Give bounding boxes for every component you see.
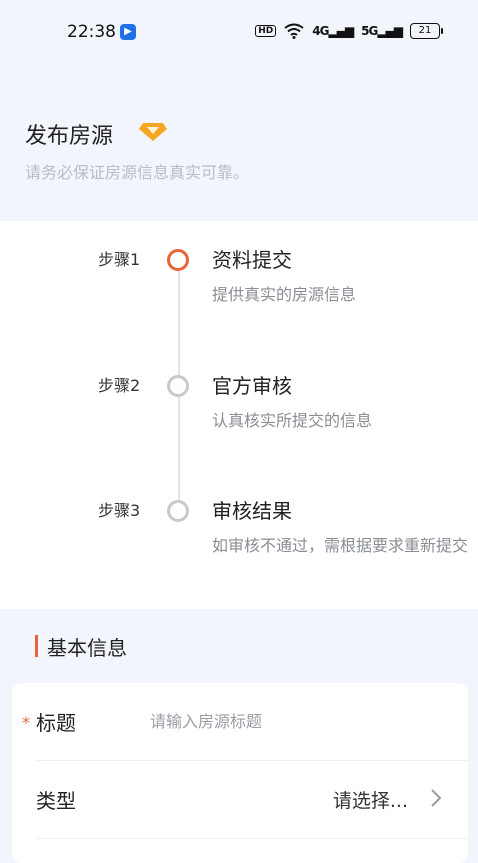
step-description: 认真核实所提交的信息 [212, 411, 373, 430]
signal-icon-sim1: 4G▂▄▆ [312, 24, 354, 38]
basic-info-form: * 标题 类型 请选择... [12, 683, 468, 863]
step-label: 步骤3 [98, 501, 141, 520]
section-accent-bar [35, 635, 38, 657]
step-label: 步骤1 [98, 250, 141, 269]
step-pending-dot-icon [167, 500, 189, 522]
page-header: 发布房源 请务必保证房源信息真实可靠。 [0, 64, 478, 221]
chevron-right-icon [431, 789, 442, 807]
section-header-basic-info: 基本信息 [0, 609, 478, 681]
type-field-label: 类型 [36, 789, 76, 813]
required-mark: * [22, 713, 30, 732]
page-subtitle: 请务必保证房源信息真实可靠。 [25, 163, 250, 182]
section-title: 基本信息 [47, 636, 127, 660]
status-bar: 22:38 ▶ HD 4G▂▄▆ 5G▂▄▆ 21 [0, 0, 478, 64]
title-field-row[interactable]: * 标题 [12, 683, 468, 761]
diamond-vip-icon [139, 123, 167, 141]
type-select-value[interactable]: 请选择... [333, 786, 408, 813]
hd-icon: HD [255, 25, 277, 37]
type-select-row[interactable]: 类型 请选择... [12, 761, 468, 839]
process-steps: 步骤1 资料提交 提供真实的房源信息 步骤2 官方审核 认真核实所提交的信息 步… [0, 221, 478, 609]
app-notification-icon: ▶ [120, 24, 136, 40]
signal-icon-sim2: 5G▂▄▆ [361, 24, 403, 38]
status-icons: HD 4G▂▄▆ 5G▂▄▆ 21 [255, 23, 443, 39]
step-title: 审核结果 [212, 499, 292, 523]
title-field-label: 标题 [36, 711, 76, 735]
step-active-dot-icon [167, 249, 189, 271]
status-time: 22:38 [67, 22, 116, 42]
step-label: 步骤2 [98, 376, 141, 395]
page-title: 发布房源 [25, 124, 114, 149]
wifi-icon [284, 23, 304, 39]
step-pending-dot-icon [167, 375, 189, 397]
divider [36, 838, 468, 839]
step-title: 官方审核 [212, 374, 292, 398]
step-description: 如审核不通过，需根据要求重新提交 [212, 536, 469, 555]
battery-icon: 21 [410, 23, 443, 39]
step-title: 资料提交 [212, 248, 292, 272]
title-input[interactable] [150, 707, 440, 735]
step-description: 提供真实的房源信息 [212, 285, 357, 304]
